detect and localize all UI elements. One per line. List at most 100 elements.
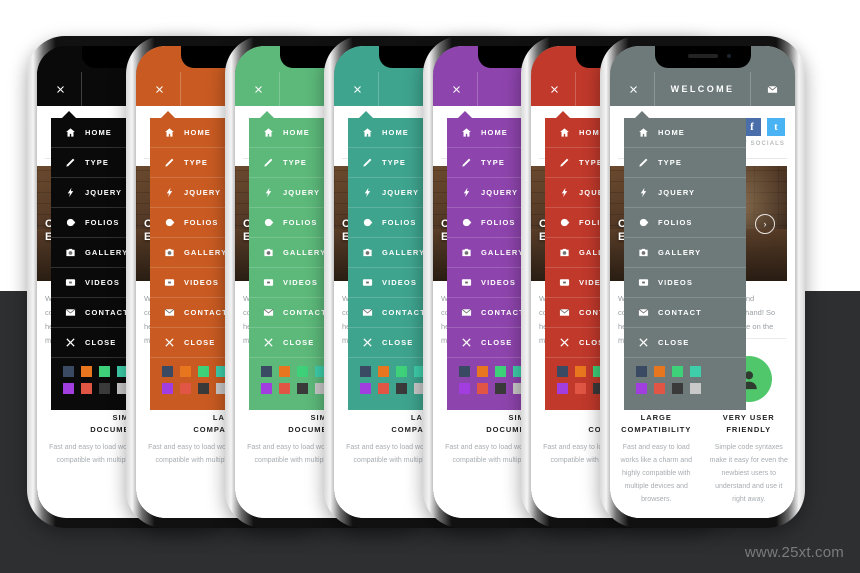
circle-icon xyxy=(457,216,475,230)
theme-swatch[interactable] xyxy=(162,366,173,377)
menu-item-close[interactable]: CLOSE xyxy=(624,328,746,358)
pencil-icon xyxy=(61,156,79,170)
envelope-icon xyxy=(358,306,376,320)
close-icon xyxy=(160,336,178,350)
theme-swatch[interactable] xyxy=(279,383,290,394)
theme-swatch[interactable] xyxy=(557,383,568,394)
feature-text: Fast and easy to load works like a charm… xyxy=(620,444,693,503)
theme-swatch[interactable] xyxy=(63,383,74,394)
theme-swatch[interactable] xyxy=(672,383,683,394)
theme-swatch[interactable] xyxy=(81,366,92,377)
bolt-icon xyxy=(259,186,277,200)
theme-swatch[interactable] xyxy=(63,366,74,377)
theme-swatch[interactable] xyxy=(672,366,683,377)
topbar-close-icon[interactable] xyxy=(447,80,465,98)
topbar-close-icon[interactable] xyxy=(348,80,366,98)
theme-swatch[interactable] xyxy=(378,366,389,377)
circle-icon xyxy=(259,216,277,230)
theme-swatch[interactable] xyxy=(162,383,173,394)
topbar-close-icon[interactable] xyxy=(51,80,69,98)
device-screen[interactable]: ftJUST SOCIALSCOMPATIBLE WITHEVERYTHING›… xyxy=(610,46,795,518)
theme-swatches[interactable] xyxy=(624,358,746,404)
menu-item-label: VIDEOS xyxy=(85,278,120,287)
phone-gray[interactable]: ftJUST SOCIALSCOMPATIBLE WITHEVERYTHING›… xyxy=(600,36,805,528)
topbar-close-icon[interactable] xyxy=(624,80,642,98)
topbar-divider-left xyxy=(279,72,280,106)
theme-swatch[interactable] xyxy=(279,366,290,377)
menu-item-contact[interactable]: CONTACT xyxy=(624,298,746,328)
topbar-close-icon[interactable] xyxy=(150,80,168,98)
theme-swatch[interactable] xyxy=(396,366,407,377)
menu-item-label: JQUERY xyxy=(481,188,519,197)
theme-swatch[interactable] xyxy=(557,366,568,377)
circle-icon xyxy=(61,216,79,230)
menu-item-label: GALLERY xyxy=(382,248,426,257)
topbar-divider-left xyxy=(81,72,82,106)
menu-item-label: VIDEOS xyxy=(481,278,516,287)
nav-menu[interactable]: HOME TYPE JQUERY FOLIOS GALLERY VIDEOS CONTACT… xyxy=(624,111,746,410)
hero-next-icon[interactable]: › xyxy=(755,213,775,234)
theme-swatch[interactable] xyxy=(690,366,701,377)
theme-swatch[interactable] xyxy=(495,383,506,394)
theme-swatch[interactable] xyxy=(654,366,665,377)
menu-item-folios[interactable]: FOLIOS xyxy=(624,208,746,238)
theme-swatch[interactable] xyxy=(378,383,389,394)
theme-swatch[interactable] xyxy=(575,366,586,377)
theme-swatch[interactable] xyxy=(198,366,209,377)
theme-swatch[interactable] xyxy=(297,383,308,394)
menu-item-label: VIDEOS xyxy=(658,278,693,287)
theme-swatch[interactable] xyxy=(459,383,470,394)
menu-item-home[interactable]: HOME xyxy=(624,118,746,148)
video-icon xyxy=(160,276,178,290)
theme-swatch[interactable] xyxy=(459,366,470,377)
theme-swatch[interactable] xyxy=(636,366,647,377)
theme-swatch[interactable] xyxy=(636,383,647,394)
menu-item-label: HOME xyxy=(658,128,685,137)
menu-item-videos[interactable]: VIDEOS xyxy=(624,268,746,298)
envelope-icon xyxy=(61,306,79,320)
theme-swatch[interactable] xyxy=(654,383,665,394)
close-icon xyxy=(61,336,79,350)
bolt-icon xyxy=(457,186,475,200)
theme-swatch[interactable] xyxy=(690,383,701,394)
topbar-close-icon[interactable] xyxy=(249,80,267,98)
home-icon xyxy=(457,126,475,140)
earpiece-speaker xyxy=(687,54,718,58)
theme-swatch[interactable] xyxy=(360,366,371,377)
menu-item-label: CLOSE xyxy=(658,338,690,347)
topbar-divider-left xyxy=(180,72,181,106)
theme-swatch[interactable] xyxy=(396,383,407,394)
front-camera xyxy=(726,54,731,58)
theme-swatch[interactable] xyxy=(198,383,209,394)
menu-item-gallery[interactable]: GALLERY xyxy=(624,238,746,268)
menu-item-label: TYPE xyxy=(283,158,307,167)
theme-swatch[interactable] xyxy=(261,366,272,377)
theme-swatch[interactable] xyxy=(99,383,110,394)
topbar-divider-left xyxy=(575,72,576,106)
theme-swatch[interactable] xyxy=(495,366,506,377)
theme-swatch[interactable] xyxy=(477,383,488,394)
video-icon xyxy=(61,276,79,290)
theme-swatch[interactable] xyxy=(360,383,371,394)
theme-swatch[interactable] xyxy=(81,383,92,394)
menu-item-label: CONTACT xyxy=(481,308,525,317)
topbar-mail-icon[interactable] xyxy=(763,80,781,98)
envelope-icon xyxy=(457,306,475,320)
feature-text: Simple code syntaxes make it easy for ev… xyxy=(709,444,788,503)
theme-swatch[interactable] xyxy=(297,366,308,377)
theme-swatch[interactable] xyxy=(99,366,110,377)
menu-item-label: TYPE xyxy=(658,158,682,167)
twitter-icon[interactable]: t xyxy=(767,118,785,136)
theme-swatch[interactable] xyxy=(575,383,586,394)
menu-item-type[interactable]: TYPE xyxy=(624,148,746,178)
topbar-close-icon[interactable] xyxy=(545,80,563,98)
theme-swatch[interactable] xyxy=(180,366,191,377)
menu-item-label: VIDEOS xyxy=(283,278,318,287)
menu-pointer xyxy=(358,111,374,119)
theme-swatch[interactable] xyxy=(477,366,488,377)
menu-item-jquery[interactable]: JQUERY xyxy=(624,178,746,208)
theme-swatch[interactable] xyxy=(261,383,272,394)
menu-pointer xyxy=(160,111,176,119)
theme-swatch[interactable] xyxy=(180,383,191,394)
bolt-icon xyxy=(61,186,79,200)
